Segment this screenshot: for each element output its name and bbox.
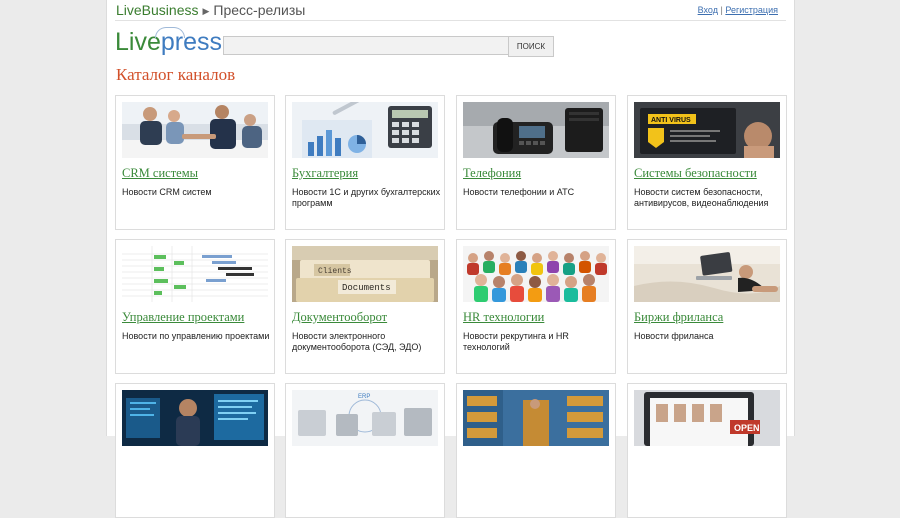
- channel-desc: Новости 1С и других бухгалтерских програ…: [292, 187, 441, 208]
- breadcrumb-section[interactable]: Пресс-релизы: [213, 2, 305, 18]
- brand-link[interactable]: LiveBusiness: [116, 2, 199, 18]
- crm-image[interactable]: [122, 102, 268, 158]
- telephony-image[interactable]: [463, 102, 609, 158]
- channel-title[interactable]: HR технологии: [463, 310, 544, 325]
- logo-live: Live: [115, 28, 161, 56]
- channel-desc: Новости телефонии и АТС: [463, 187, 575, 197]
- channel-title[interactable]: Документооборот: [292, 310, 387, 325]
- livepress-logo[interactable]: Livepress: [115, 27, 222, 60]
- auth-links: Вход | Регистрация: [698, 5, 778, 15]
- clients-text: Clients: [318, 267, 352, 276]
- channel-title[interactable]: Телефония: [463, 166, 521, 181]
- page-container: LiveBusiness ▶ Пресс-релизы Вход | Регистр…: [106, 0, 795, 518]
- channel-card-documents[interactable]: Clients Documents Документооборот Новост…: [285, 239, 445, 374]
- projects-image[interactable]: [122, 246, 268, 302]
- search-button[interactable]: ПОИСК: [508, 36, 554, 57]
- documents-image[interactable]: Clients Documents: [292, 246, 438, 302]
- search-input[interactable]: [223, 36, 509, 55]
- antivirus-text: ANTI VIRUS: [651, 117, 691, 124]
- channel-card-security[interactable]: ANTI VIRUS Системы безопасности Новости …: [627, 95, 787, 230]
- ecommerce-image[interactable]: OPEN: [634, 390, 780, 446]
- channel-desc: Новости фриланса: [634, 331, 714, 341]
- channel-card-freelance[interactable]: Биржи фриланса Новости фриланса: [627, 239, 787, 374]
- documents-text: Documents: [342, 283, 391, 293]
- channel-desc: Новости CRM систем: [122, 187, 212, 197]
- channel-card-row3-1[interactable]: [115, 383, 275, 518]
- channel-desc: Новости систем безопасности, антивирусов…: [634, 187, 769, 208]
- channel-card-row3-2[interactable]: ERP: [285, 383, 445, 518]
- channel-desc: Новости рекрутинга и HR технологий: [463, 331, 569, 352]
- accounting-image[interactable]: [292, 102, 438, 158]
- login-link[interactable]: Вход: [698, 5, 718, 15]
- channel-card-telephony[interactable]: Телефония Новости телефонии и АТС: [456, 95, 616, 230]
- breadcrumb-arrow-icon: ▶: [202, 6, 210, 16]
- channel-card-hr[interactable]: HR технологии Новости рекрутинга и HR те…: [456, 239, 616, 374]
- channel-card-row3-3[interactable]: [456, 383, 616, 518]
- register-link[interactable]: Регистрация: [725, 5, 778, 15]
- freelance-image[interactable]: [634, 246, 780, 302]
- page-title: Каталог каналов: [116, 65, 236, 84]
- channel-desc: Новости по управлению проектами: [122, 331, 270, 341]
- channel-title[interactable]: Системы безопасности: [634, 166, 757, 181]
- channel-card-accounting[interactable]: Бухгалтерия Новости 1С и других бухгалте…: [285, 95, 445, 230]
- channel-card-projects[interactable]: Управление проектами Новости по управлен…: [115, 239, 275, 374]
- hr-image[interactable]: [463, 246, 609, 302]
- open-sign-text: OPEN: [734, 423, 760, 433]
- breadcrumb: LiveBusiness ▶ Пресс-релизы: [116, 2, 305, 18]
- erp-image[interactable]: ERP: [292, 390, 438, 446]
- cloud-icon: [155, 27, 185, 38]
- channel-title[interactable]: CRM системы: [122, 166, 198, 181]
- channel-title[interactable]: Управление проектами: [122, 310, 244, 325]
- security-image[interactable]: ANTI VIRUS: [634, 102, 780, 158]
- it-image[interactable]: [122, 390, 268, 446]
- warehouse-image[interactable]: [463, 390, 609, 446]
- channel-desc: Новости электронного документооборота (С…: [292, 331, 422, 352]
- channel-card-row3-4[interactable]: OPEN: [627, 383, 787, 518]
- channel-title[interactable]: Бухгалтерия: [292, 166, 358, 181]
- erp-text: ERP: [358, 394, 370, 400]
- channel-title[interactable]: Биржи фриланса: [634, 310, 723, 325]
- auth-separator: |: [720, 5, 723, 15]
- channel-card-crm[interactable]: CRM системы Новости CRM систем: [115, 95, 275, 230]
- top-bar: LiveBusiness ▶ Пресс-релизы Вход | Регистр…: [115, 0, 786, 21]
